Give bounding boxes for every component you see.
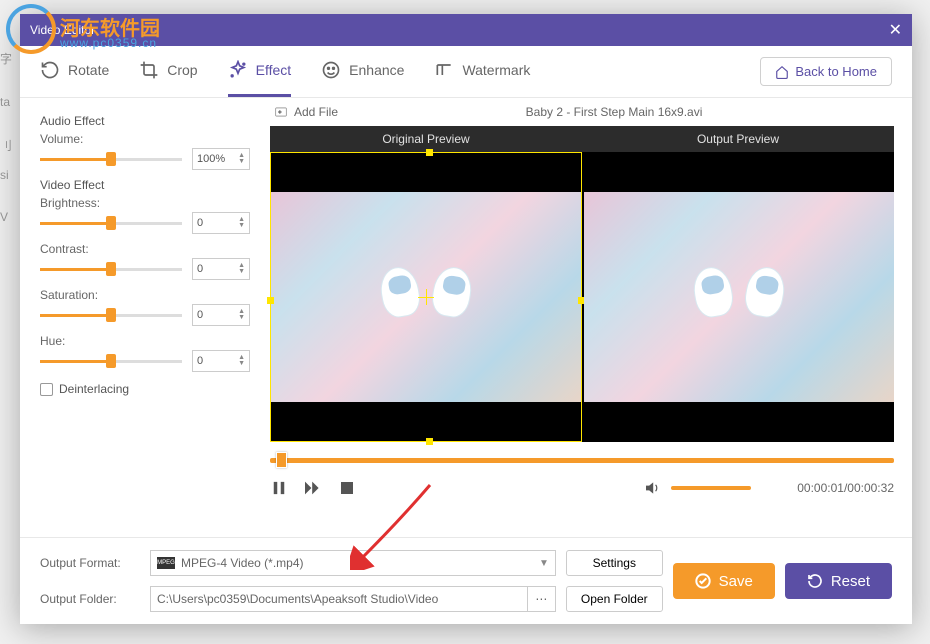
video-effect-title: Video Effect — [40, 178, 250, 192]
check-icon — [695, 573, 711, 589]
playback-volume-slider[interactable] — [671, 486, 751, 490]
tab-effect-label: Effect — [256, 62, 292, 78]
output-folder-label: Output Folder: — [40, 592, 140, 606]
contrast-value[interactable]: 0▲▼ — [192, 258, 250, 280]
output-format-dropdown[interactable]: MPEG MPEG-4 Video (*.mp4) ▼ — [150, 550, 556, 576]
output-format-label: Output Format: — [40, 556, 140, 570]
hue-label: Hue: — [40, 334, 250, 348]
save-label: Save — [719, 573, 753, 590]
volume-slider[interactable] — [40, 151, 182, 167]
reset-button[interactable]: Reset — [785, 563, 892, 599]
effect-sidebar: Audio Effect Volume: 100%▲▼ Video Effect… — [20, 98, 270, 537]
tab-effect[interactable]: Effect — [228, 46, 292, 97]
tab-crop-label: Crop — [167, 62, 197, 78]
titlebar[interactable]: Video Editor ✕ — [20, 14, 912, 46]
audio-effect-title: Audio Effect — [40, 114, 250, 128]
tab-rotate[interactable]: Rotate — [40, 46, 109, 97]
tab-watermark[interactable]: Watermark — [434, 46, 530, 97]
fast-forward-button[interactable] — [304, 479, 322, 497]
output-preview-header: Output Preview — [582, 126, 894, 152]
output-folder-input[interactable]: C:\Users\pc0359\Documents\Apeaksoft Stud… — [150, 586, 528, 612]
current-filename: Baby 2 - First Step Main 16x9.avi — [338, 105, 890, 119]
tab-crop[interactable]: Crop — [139, 46, 197, 97]
crop-crosshair[interactable] — [418, 289, 434, 305]
reset-label: Reset — [831, 573, 870, 590]
volume-label: Volume: — [40, 132, 250, 146]
preview-headers: Original Preview Output Preview — [270, 126, 894, 152]
volume-icon[interactable] — [645, 479, 663, 497]
format-icon: MPEG — [157, 557, 175, 569]
effect-icon — [228, 60, 248, 80]
tab-enhance[interactable]: Enhance — [321, 46, 404, 97]
contrast-label: Contrast: — [40, 242, 250, 256]
crop-handle-bottom[interactable] — [426, 438, 433, 445]
brightness-slider[interactable] — [40, 215, 182, 231]
saturation-label: Saturation: — [40, 288, 250, 302]
settings-button[interactable]: Settings — [566, 550, 663, 576]
timeline-thumb[interactable] — [276, 452, 287, 468]
add-file-button[interactable]: Add File — [274, 105, 338, 119]
output-format-value: MPEG-4 Video (*.mp4) — [181, 556, 304, 570]
deinterlacing-row[interactable]: Deinterlacing — [40, 382, 250, 396]
hue-value[interactable]: 0▲▼ — [192, 350, 250, 372]
playback-time: 00:00:01/00:00:32 — [797, 481, 894, 495]
volume-value[interactable]: 100%▲▼ — [192, 148, 250, 170]
window-title: Video Editor — [30, 23, 872, 37]
original-preview[interactable] — [270, 152, 582, 442]
pause-button[interactable] — [270, 479, 288, 497]
back-to-home-button[interactable]: Back to Home — [760, 57, 892, 86]
close-button[interactable]: ✕ — [872, 20, 902, 40]
saturation-slider[interactable] — [40, 307, 182, 323]
enhance-icon — [321, 60, 341, 80]
watermark-icon — [434, 60, 454, 80]
tab-watermark-label: Watermark — [462, 62, 530, 78]
brightness-value[interactable]: 0▲▼ — [192, 212, 250, 234]
open-folder-button[interactable]: Open Folder — [566, 586, 663, 612]
video-editor-window: Video Editor ✕ Rotate Crop Effect Enhanc… — [20, 14, 912, 624]
deinterlacing-label: Deinterlacing — [59, 382, 129, 396]
home-icon — [775, 65, 789, 79]
reset-icon — [807, 573, 823, 589]
output-preview — [584, 152, 894, 442]
deinterlacing-checkbox[interactable] — [40, 383, 53, 396]
crop-handle-top[interactable] — [426, 149, 433, 156]
add-file-icon — [274, 105, 288, 119]
contrast-slider[interactable] — [40, 261, 182, 277]
saturation-value[interactable]: 0▲▼ — [192, 304, 250, 326]
timeline-slider[interactable] — [270, 458, 894, 463]
add-file-label: Add File — [294, 105, 338, 119]
brightness-label: Brightness: — [40, 196, 250, 210]
back-to-home-label: Back to Home — [795, 64, 877, 79]
save-button[interactable]: Save — [673, 563, 775, 599]
tab-rotate-label: Rotate — [68, 62, 109, 78]
crop-icon — [139, 60, 159, 80]
tab-bar: Rotate Crop Effect Enhance Watermark Bac… — [20, 46, 912, 98]
spinner-arrows[interactable]: ▲▼ — [238, 153, 245, 165]
preview-panes — [270, 152, 894, 442]
stop-button[interactable] — [338, 479, 356, 497]
crop-handle-left[interactable] — [267, 297, 274, 304]
tab-enhance-label: Enhance — [349, 62, 404, 78]
browse-folder-button[interactable]: ⋯ — [528, 586, 556, 612]
hue-slider[interactable] — [40, 353, 182, 369]
rotate-icon — [40, 60, 60, 80]
chevron-down-icon: ▼ — [539, 558, 549, 569]
